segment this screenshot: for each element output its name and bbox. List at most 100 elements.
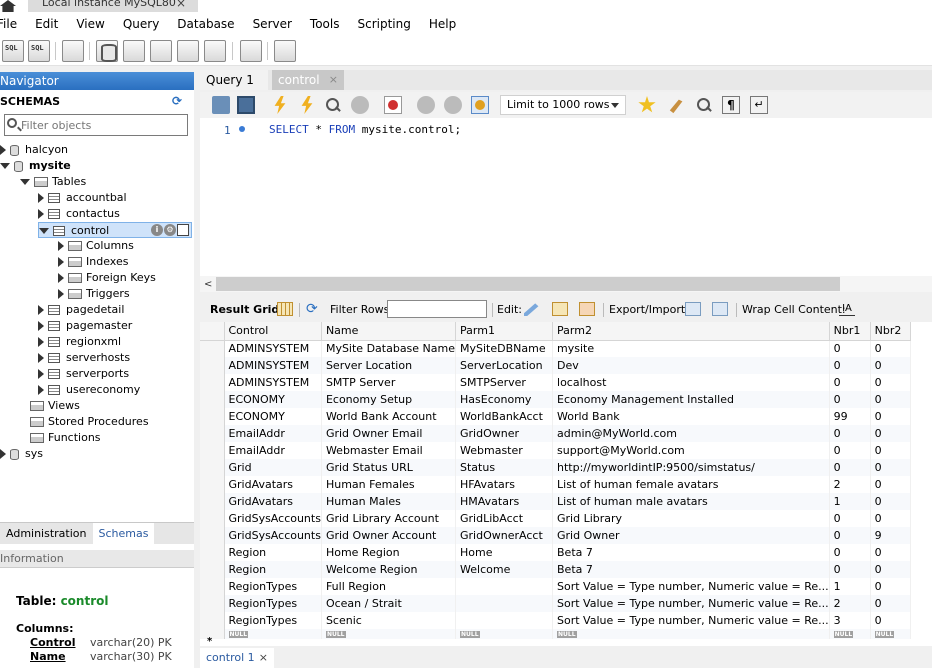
- create-schema-icon[interactable]: [96, 40, 118, 62]
- row-header[interactable]: [200, 425, 225, 442]
- null-cell[interactable]: NULL: [224, 629, 322, 639]
- tree-item-pagedetail[interactable]: pagedetail: [38, 302, 124, 318]
- grid-view-icon[interactable]: [277, 302, 293, 316]
- table-row[interactable]: GridSysAccounts Grid Owner Account GridOwn…: [200, 527, 911, 544]
- row-header[interactable]: [200, 357, 225, 374]
- chevron-right-icon[interactable]: [38, 369, 44, 379]
- chevron-right-icon[interactable]: [38, 353, 44, 363]
- info-icon[interactable]: i: [151, 224, 163, 236]
- table-cell[interactable]: Economy Management Installed: [552, 391, 830, 408]
- chevron-right-icon[interactable]: [0, 449, 6, 459]
- table-cell[interactable]: Human Females: [321, 476, 457, 493]
- create-table-icon[interactable]: [123, 40, 145, 62]
- execute-current-icon[interactable]: [301, 96, 313, 114]
- table-cell[interactable]: Grid Library: [552, 510, 830, 527]
- table-cell[interactable]: EmailAddr: [224, 425, 322, 442]
- tree-item-columns[interactable]: Columns: [58, 238, 134, 254]
- explain-icon[interactable]: [324, 96, 342, 114]
- table-cell[interactable]: RegionTypes: [224, 595, 322, 612]
- close-tab-icon[interactable]: ×: [329, 70, 338, 90]
- table-cell[interactable]: 0: [870, 340, 911, 357]
- tree-item-contactus[interactable]: contactus: [38, 206, 120, 222]
- new-row[interactable]: NULL NULL NULL NULL NULL NULL: [200, 629, 911, 639]
- table-row[interactable]: RegionTypes Full Region Sort Value = Type …: [200, 578, 911, 595]
- table-cell[interactable]: Grid Status URL: [321, 459, 457, 476]
- chevron-right-icon[interactable]: [38, 337, 44, 347]
- table-row[interactable]: Region Home Region Home Beta 700: [200, 544, 911, 561]
- table-cell[interactable]: [455, 595, 554, 612]
- table-cell[interactable]: admin@MyWorld.com: [552, 425, 830, 442]
- table-cell[interactable]: Human Males: [321, 493, 457, 510]
- filter-objects-box[interactable]: [4, 114, 188, 136]
- column-header-nbr2[interactable]: Nbr2: [870, 322, 911, 341]
- table-cell[interactable]: Scenic: [321, 612, 457, 629]
- tree-item-functions[interactable]: Functions: [20, 430, 101, 446]
- menu-server[interactable]: Server: [244, 12, 301, 36]
- table-cell[interactable]: ECONOMY: [224, 391, 322, 408]
- table-row[interactable]: ADMINSYSTEM Server Location ServerLocation…: [200, 357, 911, 374]
- table-cell[interactable]: 0: [870, 374, 911, 391]
- table-cell[interactable]: SMTPServer: [455, 374, 554, 391]
- tree-item-mysite[interactable]: mysite: [0, 158, 71, 174]
- row-header[interactable]: [200, 442, 225, 459]
- table-cell[interactable]: Grid Library Account: [321, 510, 457, 527]
- inspector-icon[interactable]: [62, 40, 84, 62]
- table-cell[interactable]: 0: [829, 561, 871, 578]
- table-cell[interactable]: Grid Owner: [552, 527, 830, 544]
- row-header[interactable]: [200, 493, 225, 510]
- null-cell[interactable]: NULL: [455, 629, 554, 639]
- row-header[interactable]: [200, 476, 225, 493]
- table-cell[interactable]: MySite Database Name: [321, 340, 457, 357]
- table-cell[interactable]: 0: [870, 510, 911, 527]
- open-file-icon[interactable]: [212, 96, 230, 114]
- table-row[interactable]: RegionTypes Scenic Sort Value = Type numbe…: [200, 612, 911, 629]
- table-cell[interactable]: 2: [829, 476, 871, 493]
- menu-view[interactable]: View: [67, 12, 113, 36]
- table-cell[interactable]: GridLibAcct: [455, 510, 554, 527]
- tree-item-accountbal[interactable]: accountbal: [38, 190, 127, 206]
- chevron-right-icon[interactable]: [58, 241, 64, 251]
- table-cell[interactable]: GridOwnerAcct: [455, 527, 554, 544]
- editor-horizontal-scrollbar[interactable]: <: [200, 276, 932, 292]
- menu-scripting[interactable]: Scripting: [348, 12, 419, 36]
- table-cell[interactable]: RegionTypes: [224, 612, 322, 629]
- row-header[interactable]: [200, 544, 225, 561]
- table-cell[interactable]: Region: [224, 544, 322, 561]
- tree-item-sys[interactable]: sys: [0, 446, 43, 462]
- table-cell[interactable]: [455, 578, 554, 595]
- menu-edit[interactable]: Edit: [26, 12, 67, 36]
- table-cell[interactable]: Welcome: [455, 561, 554, 578]
- execute-icon[interactable]: [274, 96, 286, 114]
- table-row[interactable]: EmailAddr Grid Owner Email GridOwner admin@…: [200, 425, 911, 442]
- table-cell[interactable]: ServerLocation: [455, 357, 554, 374]
- table-cell[interactable]: 2: [829, 595, 871, 612]
- table-cell[interactable]: 0: [829, 527, 871, 544]
- table-cell[interactable]: 0: [870, 408, 911, 425]
- toggle-error-stop-icon[interactable]: [384, 96, 402, 114]
- filter-rows-input[interactable]: [387, 300, 487, 318]
- reconnect-icon[interactable]: [274, 40, 296, 62]
- table-cell[interactable]: HMAvatars: [455, 493, 554, 510]
- connection-tab[interactable]: Local instance MySQL80: [28, 0, 198, 12]
- menu-file[interactable]: File: [0, 12, 26, 36]
- tab-control[interactable]: control ×: [272, 70, 344, 90]
- table-cell[interactable]: Grid Owner Account: [321, 527, 457, 544]
- tree-item-views[interactable]: Views: [20, 398, 80, 414]
- row-header[interactable]: [200, 578, 225, 595]
- limit-rows-select[interactable]: Limit to 1000 rows: [500, 95, 626, 115]
- table-cell[interactable]: 0: [870, 578, 911, 595]
- table-cell[interactable]: 0: [870, 612, 911, 629]
- table-cell[interactable]: 0: [829, 340, 871, 357]
- table-row[interactable]: ADMINSYSTEM MySite Database Name MySiteDBN…: [200, 340, 911, 357]
- table-cell[interactable]: World Bank Account: [321, 408, 457, 425]
- tree-item-pagemaster[interactable]: pagemaster: [38, 318, 132, 334]
- search-table-data-icon[interactable]: [240, 40, 262, 62]
- table-cell[interactable]: Region: [224, 561, 322, 578]
- menu-database[interactable]: Database: [168, 12, 243, 36]
- table-cell[interactable]: GridAvatars: [224, 493, 322, 510]
- refresh-icon[interactable]: ⟳: [172, 94, 182, 108]
- table-cell[interactable]: 99: [829, 408, 871, 425]
- rollback-icon[interactable]: [444, 96, 462, 114]
- null-cell[interactable]: NULL: [870, 629, 911, 639]
- invisible-chars-icon[interactable]: ¶: [722, 96, 740, 114]
